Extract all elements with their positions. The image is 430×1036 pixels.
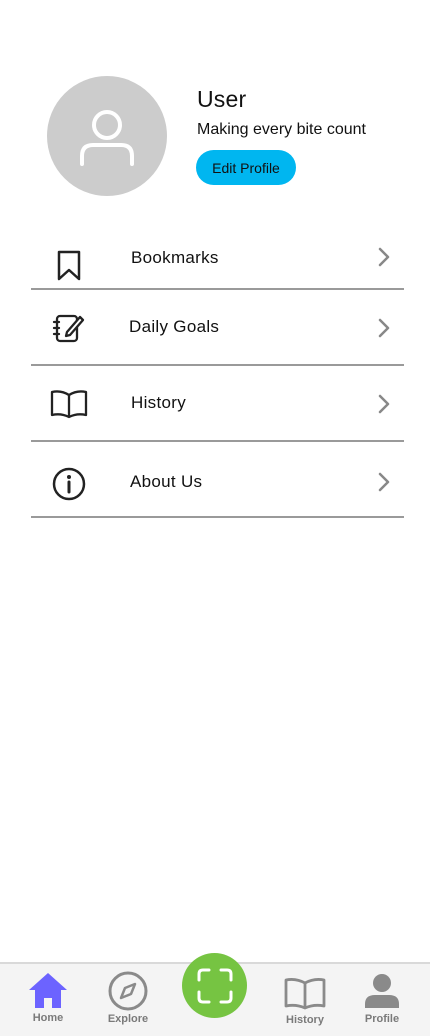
user-name: User	[197, 86, 247, 112]
chevron-right-icon	[378, 472, 390, 492]
nav-label: History	[286, 1014, 324, 1026]
menu-item-daily-goals[interactable]: Daily Goals	[31, 290, 404, 366]
nav-item-home[interactable]: Home	[18, 968, 78, 1034]
menu-item-history[interactable]: History	[31, 366, 404, 442]
chevron-right-icon	[378, 318, 390, 338]
avatar[interactable]	[47, 76, 167, 196]
edit-note-icon	[49, 308, 89, 348]
info-icon	[49, 464, 89, 504]
nav-item-explore[interactable]: Explore	[98, 968, 158, 1034]
menu-item-label: Bookmarks	[131, 248, 219, 267]
bookmark-icon	[49, 246, 89, 286]
book-icon	[49, 384, 89, 424]
menu-item-label: History	[131, 393, 186, 412]
profile-header: User Making every bite count Edit Profil…	[0, 0, 430, 210]
user-tagline: Making every bite count	[197, 121, 366, 138]
nav-label: Home	[32, 1012, 64, 1024]
chevron-right-icon	[378, 247, 390, 267]
chevron-right-icon	[378, 394, 390, 414]
edit-profile-button[interactable]: Edit Profile	[196, 150, 296, 185]
person-outline-icon	[80, 110, 134, 166]
nav-item-history[interactable]: History	[275, 968, 335, 1034]
person-icon	[365, 974, 399, 1008]
scan-icon	[197, 968, 232, 1003]
book-icon	[284, 978, 326, 1010]
compass-icon	[108, 971, 148, 1011]
home-icon	[29, 973, 67, 1008]
nav-label: Explore	[107, 1013, 149, 1025]
nav-item-profile[interactable]: Profile	[352, 968, 412, 1034]
menu-item-label: Daily Goals	[129, 317, 220, 336]
nav-label: Profile	[364, 1013, 400, 1025]
profile-menu: Bookmarks Daily Goals History About Us	[31, 222, 404, 518]
menu-item-label: About Us	[130, 472, 203, 491]
menu-item-bookmarks[interactable]: Bookmarks	[31, 222, 404, 290]
scan-button[interactable]	[182, 953, 247, 1018]
menu-item-about-us[interactable]: About Us	[31, 442, 404, 518]
